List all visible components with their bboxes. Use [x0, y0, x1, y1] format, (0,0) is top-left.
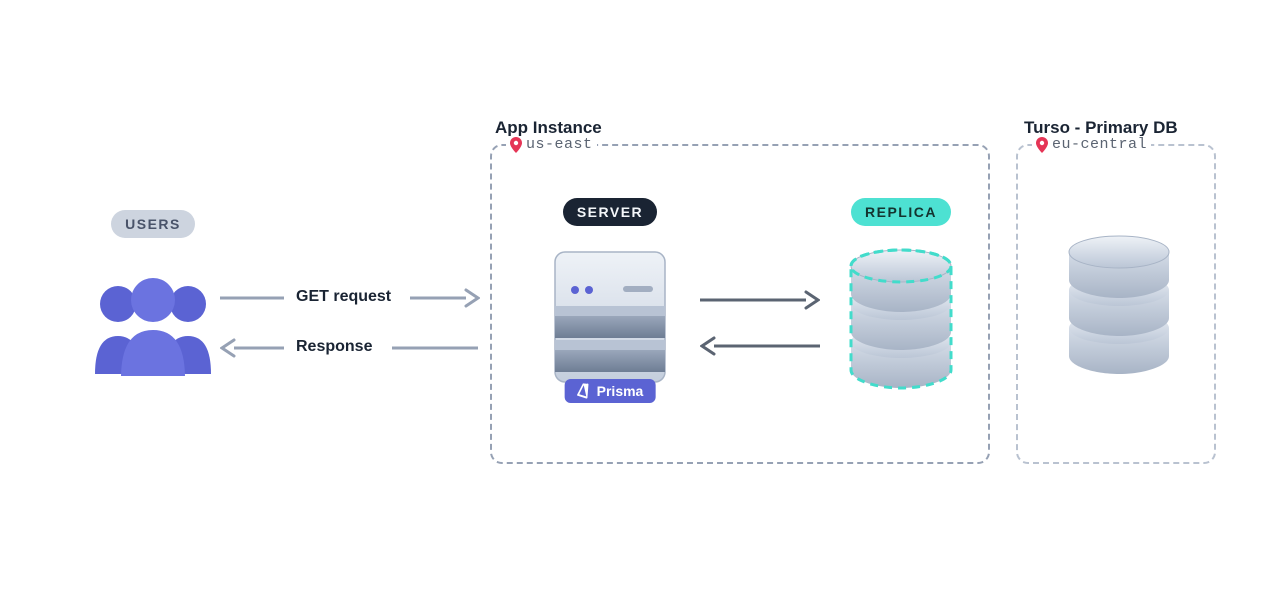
users-badge: USERS [111, 210, 195, 238]
replica-node: REPLICA [826, 198, 976, 396]
prisma-tag: Prisma [565, 379, 656, 403]
replica-badge: REPLICA [851, 198, 951, 226]
primary-db-header: Turso - Primary DB [1024, 118, 1178, 138]
replica-to-server-arrow [700, 336, 820, 361]
prisma-label: Prisma [597, 383, 644, 399]
primary-db-node [1044, 232, 1194, 382]
request-label: GET request [296, 288, 391, 306]
app-instance-region: us-east [506, 136, 597, 153]
users-node: USERS [78, 210, 228, 376]
primary-db-region: eu-central [1032, 136, 1151, 153]
architecture-diagram: USERS GET request [0, 0, 1280, 600]
pin-icon [1036, 137, 1048, 153]
server-icon [545, 246, 675, 396]
request-arrow: GET request [220, 286, 480, 315]
server-node: SERVER [530, 198, 690, 396]
users-icon [83, 266, 223, 376]
app-instance-header: App Instance [495, 118, 602, 138]
pin-icon [510, 137, 522, 153]
app-instance-title: App Instance [495, 118, 602, 138]
primary-db-icon [1054, 232, 1184, 382]
response-label: Response [296, 338, 372, 356]
app-instance-region-text: us-east [526, 136, 593, 153]
server-to-replica-arrow [700, 290, 820, 315]
primary-db-title: Turso - Primary DB [1024, 118, 1178, 138]
response-arrow: Response [220, 336, 480, 365]
replica-db-icon [836, 246, 966, 396]
primary-db-region-text: eu-central [1052, 136, 1147, 153]
prisma-icon [577, 383, 591, 399]
server-badge: SERVER [563, 198, 657, 226]
